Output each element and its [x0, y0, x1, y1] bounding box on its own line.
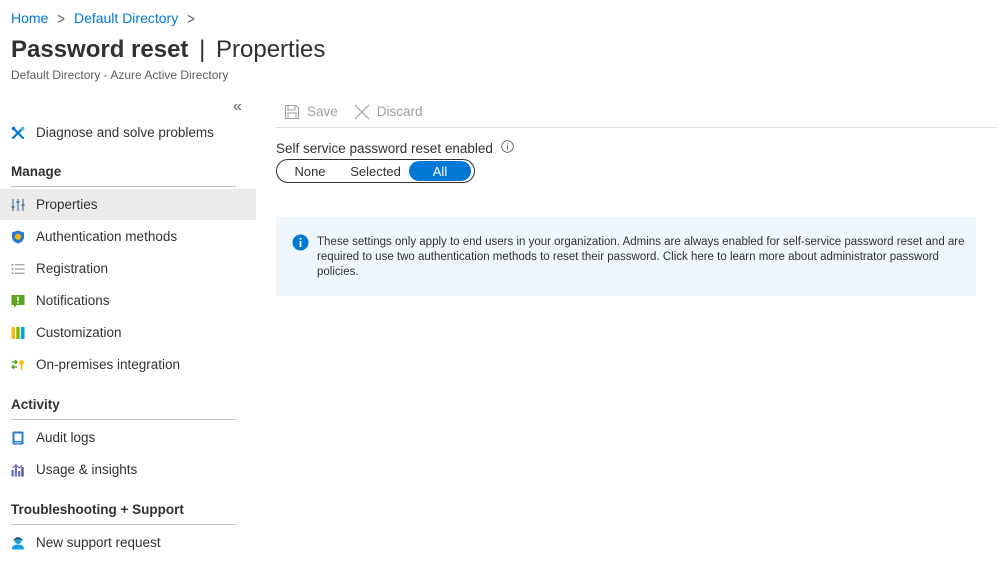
- breadcrumb-home-link[interactable]: Home: [11, 10, 48, 26]
- customization-icon: [11, 326, 25, 340]
- chevron-right-icon: >: [57, 9, 65, 27]
- info-banner-text: These settings only apply to end users i…: [317, 236, 965, 278]
- sidebar-item-notifications[interactable]: Notifications: [0, 285, 256, 316]
- breadcrumb: Home > Default Directory >: [11, 9, 204, 27]
- breadcrumb-directory-link[interactable]: Default Directory: [74, 10, 178, 26]
- bar-chart-icon: [11, 463, 25, 477]
- sidebar-item-label: Customization: [36, 325, 122, 340]
- page-title-section: Properties: [216, 36, 326, 63]
- info-tooltip-icon[interactable]: [501, 140, 514, 156]
- sidebar-item-new-support-request[interactable]: New support request: [0, 527, 256, 558]
- sidebar-item-on-premises-integration[interactable]: On-premises integration: [0, 349, 256, 380]
- sidebar-item-registration[interactable]: Registration: [0, 253, 256, 284]
- chevron-right-icon: >: [187, 9, 195, 27]
- page-title-main: Password reset: [11, 36, 189, 63]
- sspr-option-none[interactable]: None: [278, 161, 342, 181]
- section-header-activity: Activity: [11, 397, 236, 420]
- wrench-cross-icon: [11, 126, 25, 140]
- sidebar-item-audit-logs[interactable]: Audit logs: [0, 422, 256, 453]
- sidebar-item-label: Properties: [36, 197, 98, 212]
- properties-sliders-icon: [11, 198, 25, 212]
- sidebar-item-usage-insights[interactable]: Usage & insights: [0, 454, 256, 485]
- collapse-sidebar-button[interactable]: «: [233, 98, 242, 116]
- info-icon: [292, 234, 309, 296]
- save-button[interactable]: Save: [284, 104, 338, 120]
- sidebar-item-label: Usage & insights: [36, 462, 138, 477]
- sidebar: « Diagnose and solve problems Manage Pro…: [0, 96, 256, 579]
- sidebar-item-label: On-premises integration: [36, 357, 181, 372]
- audit-log-icon: [11, 431, 25, 445]
- sync-key-icon: [11, 358, 25, 372]
- command-bar: Save Discard: [276, 96, 997, 128]
- sspr-toggle: None Selected All: [276, 159, 475, 183]
- info-banner[interactable]: These settings only apply to end users i…: [276, 217, 976, 296]
- section-header-manage: Manage: [11, 164, 236, 187]
- page-title: Password reset | Properties: [11, 36, 325, 64]
- close-icon: [354, 104, 370, 119]
- sidebar-item-authentication-methods[interactable]: Authentication methods: [0, 221, 256, 252]
- section-header-troubleshooting: Troubleshooting + Support: [11, 502, 236, 525]
- page-title-divider: |: [199, 36, 206, 63]
- discard-button[interactable]: Discard: [354, 104, 423, 120]
- support-person-icon: [11, 536, 25, 550]
- page-subtitle: Default Directory - Azure Active Directo…: [11, 68, 229, 82]
- sidebar-item-label: Registration: [36, 261, 109, 276]
- sspr-option-selected[interactable]: Selected: [342, 161, 409, 181]
- list-icon: [11, 262, 25, 276]
- sidebar-item-label: New support request: [36, 535, 161, 550]
- save-button-label: Save: [307, 104, 338, 119]
- save-icon: [285, 104, 299, 119]
- sidebar-item-label: Diagnose and solve problems: [36, 125, 214, 140]
- sidebar-item-customization[interactable]: Customization: [0, 317, 256, 348]
- sspr-label-text: Self service password reset enabled: [276, 140, 493, 156]
- discard-button-label: Discard: [376, 104, 423, 119]
- sidebar-item-label: Audit logs: [36, 430, 96, 445]
- sspr-option-all[interactable]: All: [409, 161, 471, 181]
- sspr-label: Self service password reset enabled: [276, 140, 514, 156]
- shield-icon: [11, 230, 25, 244]
- sidebar-item-label: Authentication methods: [36, 229, 178, 244]
- notification-icon: [11, 294, 25, 308]
- sidebar-item-properties[interactable]: Properties: [0, 189, 256, 220]
- sidebar-item-diagnose[interactable]: Diagnose and solve problems: [0, 117, 256, 148]
- sidebar-item-label: Notifications: [36, 293, 110, 308]
